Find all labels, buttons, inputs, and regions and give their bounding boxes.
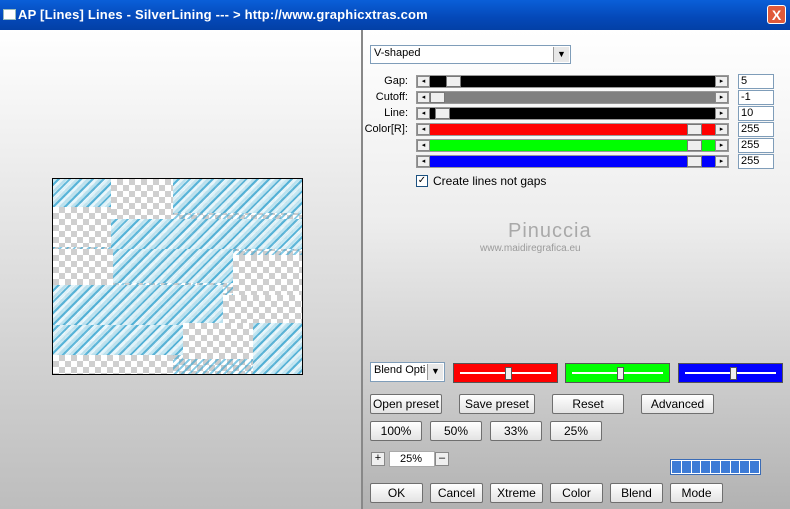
zoom-50-button[interactable]: 50% [430, 421, 482, 441]
watermark-name: Pinuccia [508, 220, 592, 242]
close-icon[interactable]: X [767, 5, 786, 24]
red-value[interactable]: 255 [738, 122, 774, 137]
arrow-left-icon[interactable]: ◂ [417, 92, 430, 103]
open-preset-button[interactable]: Open preset [370, 394, 442, 414]
color-knob[interactable] [505, 367, 512, 380]
red-slider[interactable]: ◂ ▸ [416, 123, 729, 136]
line-slider[interactable]: ◂ ▸ [416, 107, 729, 120]
arrow-left-icon[interactable]: ◂ [417, 76, 430, 87]
gap-label: Gap: [384, 75, 408, 87]
color-knob[interactable] [730, 367, 737, 380]
cutoff-label: Cutoff: [375, 91, 408, 103]
slider-track[interactable] [430, 108, 715, 119]
advanced-button[interactable]: Advanced [641, 394, 714, 414]
green-slider[interactable]: ◂ ▸ [416, 139, 729, 152]
chevron-down-icon[interactable]: ▼ [553, 47, 569, 62]
slider-thumb[interactable] [446, 76, 461, 87]
progress-segment [691, 461, 701, 473]
zoom-level-field[interactable]: 25% [389, 451, 435, 467]
red-color-box[interactable] [453, 363, 558, 383]
line-value[interactable]: 10 [738, 106, 774, 121]
progress-segment [750, 461, 760, 473]
blue-color-box[interactable] [678, 363, 783, 383]
arrow-right-icon[interactable]: ▸ [715, 140, 728, 151]
line-style-select[interactable]: V-shaped ▼ [370, 45, 571, 64]
blend-options-value: Blend Optio [374, 364, 426, 376]
ok-button[interactable]: OK [370, 483, 423, 503]
arrow-left-icon[interactable]: ◂ [417, 124, 430, 135]
blue-value[interactable]: 255 [738, 154, 774, 169]
slider-thumb[interactable] [435, 108, 450, 119]
title-bar: AP [Lines] Lines - SilverLining --- > ht… [0, 0, 790, 30]
xtreme-button[interactable]: Xtreme [490, 483, 543, 503]
slider-track[interactable] [430, 92, 715, 103]
mode-button[interactable]: Mode [670, 483, 723, 503]
zoom-in-button[interactable]: + [371, 452, 385, 466]
slider-track[interactable] [430, 124, 715, 135]
arrow-left-icon[interactable]: ◂ [417, 140, 430, 151]
arrow-left-icon[interactable]: ◂ [417, 108, 430, 119]
color-knob[interactable] [617, 367, 624, 380]
zoom-100-button[interactable]: 100% [370, 421, 422, 441]
cancel-button[interactable]: Cancel [430, 483, 483, 503]
progress-segment [711, 461, 720, 473]
create-lines-checkbox[interactable]: ✓ [416, 175, 428, 187]
arrow-right-icon[interactable]: ▸ [715, 108, 728, 119]
watermark-url: www.maidiregrafica.eu [480, 243, 581, 254]
cutoff-slider[interactable]: ◂ ▸ [416, 91, 729, 104]
color-r-label: Color[R]: [364, 123, 408, 135]
green-color-box[interactable] [565, 363, 670, 383]
slider-track[interactable] [430, 76, 715, 87]
progress-segment [730, 461, 740, 473]
blue-slider[interactable]: ◂ ▸ [416, 155, 729, 168]
zoom-25-button[interactable]: 25% [550, 421, 602, 441]
slider-thumb[interactable] [687, 124, 702, 135]
progress-segment [672, 461, 681, 473]
arrow-right-icon[interactable]: ▸ [715, 76, 728, 87]
slider-thumb[interactable] [687, 140, 702, 151]
slider-thumb[interactable] [430, 92, 445, 103]
gap-value[interactable]: 5 [738, 74, 774, 89]
green-value[interactable]: 255 [738, 138, 774, 153]
blend-button[interactable]: Blend [610, 483, 663, 503]
arrow-right-icon[interactable]: ▸ [715, 124, 728, 135]
progress-segment [701, 461, 711, 473]
blend-options-select[interactable]: Blend Optio ▼ [370, 362, 445, 382]
line-style-value: V-shaped [374, 47, 421, 59]
slider-track[interactable] [430, 156, 715, 167]
cutoff-value[interactable]: -1 [738, 90, 774, 105]
preview-image[interactable] [52, 178, 303, 375]
zoom-out-button[interactable]: – [435, 452, 449, 466]
app-icon [3, 9, 16, 20]
slider-track[interactable] [430, 140, 715, 151]
create-lines-label: Create lines not gaps [433, 174, 547, 188]
save-preset-button[interactable]: Save preset [459, 394, 535, 414]
progress-segment [740, 461, 750, 473]
window-title: AP [Lines] Lines - SilverLining --- > ht… [18, 7, 428, 22]
slider-thumb[interactable] [687, 156, 702, 167]
gap-slider[interactable]: ◂ ▸ [416, 75, 729, 88]
arrow-right-icon[interactable]: ▸ [715, 156, 728, 167]
reset-button[interactable]: Reset [552, 394, 624, 414]
chevron-down-icon[interactable]: ▼ [427, 364, 443, 380]
color-button[interactable]: Color [550, 483, 603, 503]
zoom-33-button[interactable]: 33% [490, 421, 542, 441]
progress-indicator [670, 459, 761, 475]
arrow-left-icon[interactable]: ◂ [417, 156, 430, 167]
line-label: Line: [384, 107, 408, 119]
progress-segment [681, 461, 691, 473]
progress-segment [720, 461, 730, 473]
arrow-right-icon[interactable]: ▸ [715, 92, 728, 103]
